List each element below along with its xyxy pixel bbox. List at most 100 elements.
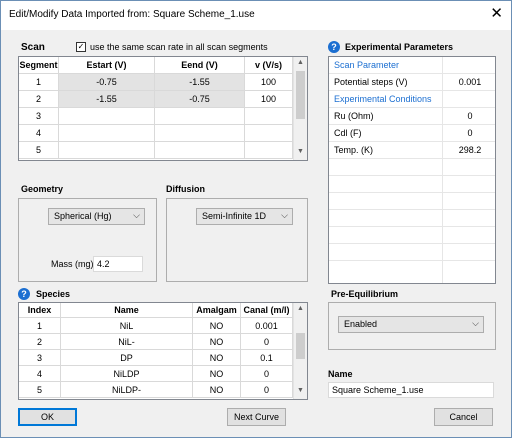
estart-cell[interactable] bbox=[59, 142, 155, 159]
diffusion-selected: Semi-Infinite 1D bbox=[202, 211, 267, 221]
cdl-label: Cdl (F) bbox=[334, 128, 362, 138]
col-eend: Eend (V) bbox=[155, 57, 245, 74]
experimental-help-icon[interactable]: ? bbox=[328, 41, 340, 53]
segment-cell: 4 bbox=[19, 125, 59, 142]
conditions-row: Experimental Conditions bbox=[329, 91, 495, 108]
ru-row[interactable]: Ru (Ohm) 0 bbox=[329, 108, 495, 125]
index-cell: 4 bbox=[19, 366, 61, 382]
estart-cell[interactable] bbox=[59, 125, 155, 142]
estart-cell[interactable]: -1.55 bbox=[59, 91, 155, 108]
amalgam-cell[interactable]: NO bbox=[193, 366, 241, 382]
experimental-label: Experimental Parameters bbox=[345, 42, 454, 52]
empty-row bbox=[329, 227, 495, 244]
scan-rate-cell[interactable] bbox=[245, 142, 293, 159]
geometry-selected: Spherical (Hg) bbox=[54, 211, 112, 221]
index-cell: 1 bbox=[19, 318, 61, 334]
pre-equilibrium-select[interactable]: Enabled ⌵ bbox=[338, 316, 484, 333]
eend-cell[interactable]: -0.75 bbox=[155, 91, 245, 108]
same-scan-rate-checkbox[interactable]: ✓ bbox=[76, 42, 86, 52]
pre-equilibrium-selected: Enabled bbox=[344, 319, 378, 329]
next-curve-button[interactable]: Next Curve bbox=[227, 408, 286, 426]
cdl-value[interactable]: 0 bbox=[447, 125, 493, 142]
ru-value[interactable]: 0 bbox=[447, 108, 493, 125]
same-scan-rate-label: use the same scan rate in all scan segme… bbox=[90, 42, 268, 52]
potential-steps-value[interactable]: 0.001 bbox=[447, 74, 493, 91]
scan-table-scrollbar[interactable]: ▲ ▼ bbox=[293, 57, 307, 160]
scan-parameter-heading: Scan Parameter bbox=[334, 60, 400, 70]
estart-cell[interactable]: -0.75 bbox=[59, 74, 155, 91]
mass-label: Mass (mg) bbox=[51, 259, 94, 269]
empty-row bbox=[329, 210, 495, 227]
amalgam-cell[interactable]: NO bbox=[193, 382, 241, 398]
ok-button[interactable]: OK bbox=[18, 408, 77, 426]
segment-cell: 5 bbox=[19, 142, 59, 159]
canal-cell[interactable]: 0 bbox=[241, 334, 293, 350]
empty-row bbox=[329, 176, 495, 193]
species-label: Species bbox=[36, 289, 71, 299]
empty-row bbox=[329, 244, 495, 261]
col-scan-rate: v (V/s) bbox=[245, 57, 293, 74]
species-table-scrollbar[interactable]: ▲ ▼ bbox=[293, 303, 307, 399]
temperature-label: Temp. (K) bbox=[334, 145, 374, 155]
species-name-cell[interactable]: NiLDP- bbox=[61, 382, 193, 398]
temperature-value[interactable]: 298.2 bbox=[447, 142, 493, 159]
species-name-cell[interactable]: NiL bbox=[61, 318, 193, 334]
cdl-row[interactable]: Cdl (F) 0 bbox=[329, 125, 495, 142]
geometry-select[interactable]: Spherical (Hg) ⌵ bbox=[48, 208, 145, 225]
scan-rate-cell[interactable] bbox=[245, 108, 293, 125]
col-index: Index bbox=[19, 303, 61, 318]
scroll-thumb[interactable] bbox=[296, 71, 305, 119]
segment-cell: 3 bbox=[19, 108, 59, 125]
scroll-down-icon[interactable]: ▼ bbox=[294, 387, 307, 394]
potential-steps-label: Potential steps (V) bbox=[334, 77, 408, 87]
canal-cell[interactable]: 0 bbox=[241, 366, 293, 382]
dialog-window: Edit/Modify Data Imported from: Square S… bbox=[0, 0, 512, 438]
ru-label: Ru (Ohm) bbox=[334, 111, 374, 121]
species-name-cell[interactable]: DP bbox=[61, 350, 193, 366]
scroll-up-icon[interactable]: ▲ bbox=[294, 59, 307, 66]
name-label: Name bbox=[328, 369, 353, 379]
experimental-panel: Scan Parameter Potential steps (V) 0.001… bbox=[328, 56, 496, 284]
canal-cell[interactable]: 0 bbox=[241, 382, 293, 398]
scroll-down-icon[interactable]: ▼ bbox=[294, 148, 307, 155]
amalgam-cell[interactable]: NO bbox=[193, 350, 241, 366]
species-help-icon[interactable]: ? bbox=[18, 288, 30, 300]
scan-rate-cell[interactable]: 100 bbox=[245, 74, 293, 91]
diffusion-label: Diffusion bbox=[166, 184, 205, 194]
diffusion-select[interactable]: Semi-Infinite 1D ⌵ bbox=[196, 208, 293, 225]
species-name-cell[interactable]: NiL- bbox=[61, 334, 193, 350]
scan-rate-cell[interactable] bbox=[245, 125, 293, 142]
check-icon: ✓ bbox=[77, 42, 85, 51]
col-name: Name bbox=[61, 303, 193, 318]
index-cell: 3 bbox=[19, 350, 61, 366]
empty-row bbox=[329, 261, 495, 278]
potential-steps-row[interactable]: Potential steps (V) 0.001 bbox=[329, 74, 495, 91]
species-table[interactable]: Index Name Amalgam Canal (m/l) 1 NiL NO … bbox=[18, 302, 308, 400]
species-name-cell[interactable]: NiLDP bbox=[61, 366, 193, 382]
mass-value: 4.2 bbox=[97, 259, 110, 269]
scroll-thumb[interactable] bbox=[296, 333, 305, 359]
amalgam-cell[interactable]: NO bbox=[193, 334, 241, 350]
scroll-up-icon[interactable]: ▲ bbox=[294, 305, 307, 312]
eend-cell[interactable] bbox=[155, 125, 245, 142]
canal-cell[interactable]: 0.001 bbox=[241, 318, 293, 334]
amalgam-cell[interactable]: NO bbox=[193, 318, 241, 334]
eend-cell[interactable] bbox=[155, 108, 245, 125]
canal-cell[interactable]: 0.1 bbox=[241, 350, 293, 366]
scan-label: Scan bbox=[21, 42, 45, 53]
eend-cell[interactable]: -1.55 bbox=[155, 74, 245, 91]
conditions-heading: Experimental Conditions bbox=[334, 94, 432, 104]
name-value: Square Scheme_1.use bbox=[332, 385, 424, 395]
cancel-button[interactable]: Cancel bbox=[434, 408, 493, 426]
chevron-down-icon: ⌵ bbox=[472, 318, 479, 328]
scan-rate-cell[interactable]: 100 bbox=[245, 91, 293, 108]
segment-cell: 1 bbox=[19, 74, 59, 91]
estart-cell[interactable] bbox=[59, 108, 155, 125]
temperature-row[interactable]: Temp. (K) 298.2 bbox=[329, 142, 495, 159]
close-icon[interactable]: ✕ bbox=[490, 6, 503, 21]
name-input[interactable]: Square Scheme_1.use bbox=[328, 382, 494, 398]
eend-cell[interactable] bbox=[155, 142, 245, 159]
mass-input[interactable]: 4.2 bbox=[93, 256, 143, 272]
scan-table[interactable]: Segment Estart (V) Eend (V) v (V/s) 1 -0… bbox=[18, 56, 308, 161]
col-canal: Canal (m/l) bbox=[241, 303, 293, 318]
